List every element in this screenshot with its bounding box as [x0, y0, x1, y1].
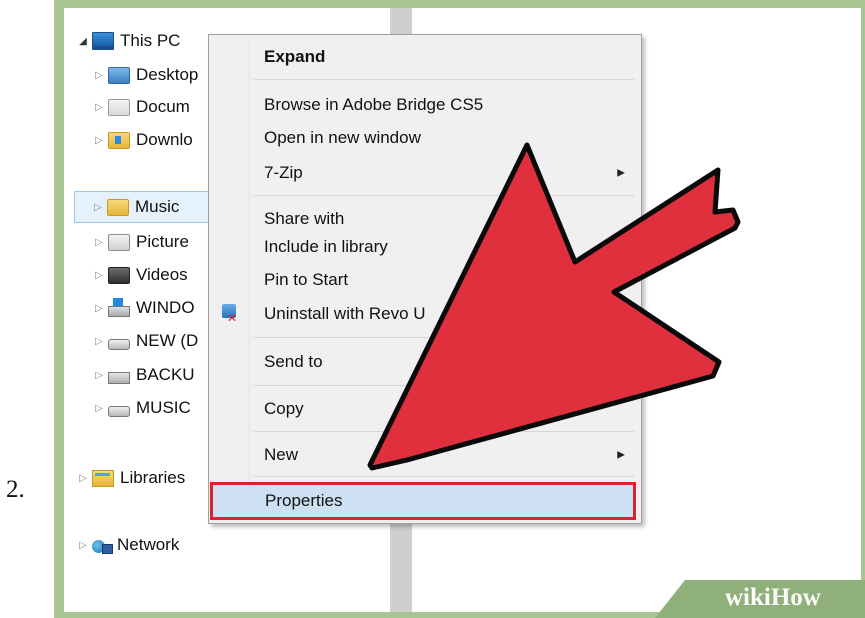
- tree-item-label: MUSIC: [136, 398, 191, 417]
- tree-item-label: Downlo: [136, 130, 193, 149]
- tree-item-backup-drive[interactable]: ▷ BACKU: [92, 360, 195, 390]
- expand-icon[interactable]: ▷: [91, 202, 105, 213]
- libraries-icon: [92, 469, 114, 487]
- tree-item-new-drive[interactable]: ▷ NEW (D: [92, 326, 198, 356]
- tree-item-label: Videos: [136, 265, 188, 284]
- expand-icon[interactable]: ▷: [92, 237, 106, 248]
- menu-item-expand[interactable]: Expand: [209, 41, 641, 73]
- expand-icon[interactable]: ▷: [76, 473, 90, 484]
- tree-item-label: Desktop: [136, 65, 199, 84]
- menu-item-open-new-window[interactable]: Open in new window: [209, 122, 641, 154]
- tree-item-videos[interactable]: ▷ Videos: [92, 260, 188, 290]
- menu-item-properties[interactable]: Properties: [210, 482, 636, 520]
- videos-folder-icon: [108, 266, 130, 284]
- windows-drive-icon: [108, 297, 130, 317]
- tree-item-label: Docum: [136, 97, 190, 116]
- menu-item-include-in-library[interactable]: Include in library: [209, 231, 641, 263]
- tree-item-label: Music: [135, 197, 180, 216]
- tree-item-label: WINDO: [136, 298, 195, 317]
- expand-icon[interactable]: ▷: [92, 270, 106, 281]
- expand-icon[interactable]: ▷: [92, 70, 106, 81]
- tree-item-downloads[interactable]: ▷ Downlo: [92, 125, 193, 155]
- menu-item-browse-adobe-bridge[interactable]: Browse in Adobe Bridge CS5: [209, 89, 641, 121]
- submenu-arrow-icon: ▶: [617, 449, 625, 461]
- downloads-folder-icon: [108, 131, 130, 149]
- menu-item-copy[interactable]: Copy: [209, 393, 641, 425]
- tree-item-libraries[interactable]: ▷ Libraries: [76, 463, 185, 493]
- menu-item-send-to[interactable]: Send to: [209, 346, 641, 378]
- tree-item-desktop[interactable]: ▷ Desktop: [92, 60, 198, 90]
- tree-item-label: NEW (D: [136, 331, 199, 350]
- expand-icon[interactable]: ▷: [92, 403, 106, 414]
- menu-separator: [254, 476, 634, 477]
- tree-item-windows-drive[interactable]: ▷ WINDO: [92, 293, 195, 323]
- tree-item-music[interactable]: ▷ Music: [74, 191, 212, 223]
- wikihow-watermark: wikiHow: [655, 580, 865, 618]
- tree-item-pictures[interactable]: ▷ Picture: [92, 227, 189, 257]
- menu-separator: [254, 337, 634, 338]
- tree-item-label: Libraries: [120, 468, 186, 487]
- expand-icon[interactable]: ▷: [76, 540, 90, 551]
- revo-uninstaller-icon: [221, 304, 239, 325]
- tree-item-label: Picture: [136, 232, 189, 251]
- expand-icon[interactable]: ▷: [92, 370, 106, 381]
- tree-item-label: Network: [117, 535, 180, 554]
- drive-icon: [108, 338, 130, 350]
- step-number: 2.: [6, 476, 25, 503]
- expand-open-icon[interactable]: ◢: [76, 36, 90, 47]
- tree-item-label: BACKU: [136, 365, 195, 384]
- music-folder-icon: [107, 198, 129, 216]
- expand-icon[interactable]: ▷: [92, 102, 106, 113]
- menu-separator: [254, 79, 634, 80]
- documents-folder-icon: [108, 98, 130, 116]
- menu-item-7zip[interactable]: 7-Zip ▶: [209, 157, 641, 189]
- desktop-folder-icon: [108, 66, 130, 84]
- menu-item-pin-to-start[interactable]: Pin to Start: [209, 264, 641, 296]
- expand-icon[interactable]: ▷: [92, 303, 106, 314]
- context-menu: Expand Browse in Adobe Bridge CS5 Open i…: [208, 34, 642, 524]
- tree-item-label: This PC: [120, 31, 181, 50]
- menu-separator: [254, 431, 634, 432]
- network-icon: [92, 538, 113, 554]
- menu-item-new[interactable]: New ▶: [209, 439, 641, 471]
- tree-item-documents[interactable]: ▷ Docum: [92, 92, 190, 122]
- drive-icon: [108, 405, 130, 417]
- submenu-arrow-icon: ▶: [617, 167, 625, 179]
- computer-icon: [92, 32, 114, 50]
- expand-icon[interactable]: ▷: [92, 135, 106, 146]
- tree-item-network[interactable]: ▷ Network: [76, 530, 179, 560]
- tree-item-this-pc[interactable]: ◢ This PC: [76, 26, 180, 56]
- menu-item-uninstall-revo[interactable]: Uninstall with Revo U: [209, 298, 641, 330]
- expand-icon[interactable]: ▷: [92, 336, 106, 347]
- backup-drive-icon: [108, 371, 130, 384]
- pictures-folder-icon: [108, 233, 130, 251]
- watermark-text: wikiHow: [725, 584, 821, 611]
- menu-separator: [254, 195, 634, 196]
- tree-item-music-drive[interactable]: ▷ MUSIC: [92, 393, 191, 423]
- menu-separator: [254, 385, 634, 386]
